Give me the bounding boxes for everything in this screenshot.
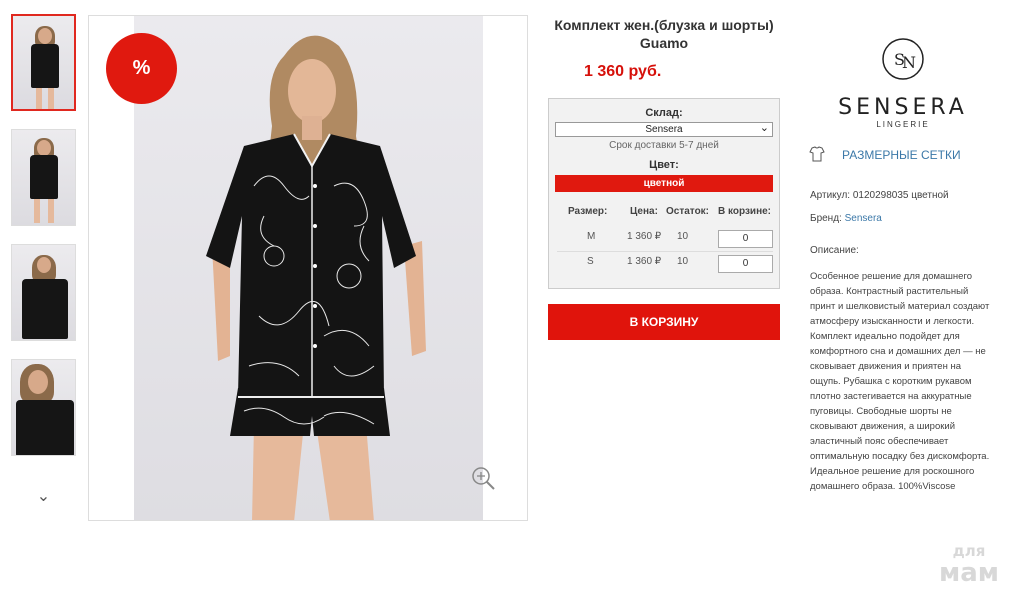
row-price: 1 360 ₽ <box>627 256 662 267</box>
divider <box>557 251 773 252</box>
sale-badge: % <box>106 33 177 104</box>
row-size: M <box>587 231 596 242</box>
thumbnail-1[interactable] <box>11 14 76 111</box>
thumbnail-2[interactable] <box>11 129 76 226</box>
row-stock: 10 <box>677 231 689 242</box>
size-chart-icon[interactable] <box>809 146 825 162</box>
warehouse-label: Склад: <box>645 107 683 119</box>
delivery-text: Срок доставки 5-7 дней <box>609 140 719 151</box>
brand-logo-icon: S N <box>882 38 924 80</box>
add-to-cart-button[interactable]: В КОРЗИНУ <box>548 304 780 340</box>
brand-line: Бренд: Sensera <box>810 213 882 224</box>
row-size: S <box>587 256 594 267</box>
col-stock: Остаток: <box>666 206 710 217</box>
qty-input[interactable]: 0 <box>718 230 773 248</box>
brand-link[interactable]: Sensera <box>845 213 882 224</box>
watermark-logo: для мам <box>938 542 1000 588</box>
brand-sub: LINGERIE <box>876 120 930 129</box>
chevron-down-icon[interactable]: ⌄ <box>11 486 76 506</box>
zoom-icon[interactable] <box>470 465 496 491</box>
qty-input[interactable]: 0 <box>718 255 773 273</box>
thumbnail-4[interactable] <box>11 359 76 456</box>
thumbnail-3[interactable] <box>11 244 76 341</box>
thumbnail-list <box>11 14 77 474</box>
size-charts-link[interactable]: РАЗМЕРНЫЕ СЕТКИ <box>842 148 961 162</box>
product-price: 1 360 руб. <box>584 63 662 80</box>
article-text: Артикул: 0120298035 цветной <box>810 190 949 201</box>
color-option[interactable]: цветной <box>555 175 773 192</box>
warehouse-value: Sensera <box>645 124 683 135</box>
stock-panel: Склад: Sensera ⌄ Срок доставки 5-7 дней … <box>548 98 780 289</box>
description-label: Описание: <box>810 245 859 256</box>
product-photo <box>134 16 483 520</box>
svg-text:N: N <box>902 53 916 72</box>
col-size: Размер: <box>568 206 608 217</box>
row-stock: 10 <box>677 256 689 267</box>
brand-name: SENSERA <box>838 95 968 120</box>
color-label: Цвет: <box>649 159 679 171</box>
description-text: Особенное решение для домашнего образа. … <box>810 271 990 492</box>
warehouse-select[interactable]: Sensera ⌄ <box>555 122 773 137</box>
main-product-image[interactable]: % <box>88 15 528 521</box>
col-cart: В корзине: <box>718 206 772 217</box>
chevron-down-icon: ⌄ <box>759 122 769 134</box>
col-price: Цена: <box>630 206 658 217</box>
product-title: Комплект жен.(блузка и шорты) Guamo <box>554 17 774 51</box>
row-price: 1 360 ₽ <box>627 231 662 242</box>
brand-label: Бренд: <box>810 213 845 224</box>
